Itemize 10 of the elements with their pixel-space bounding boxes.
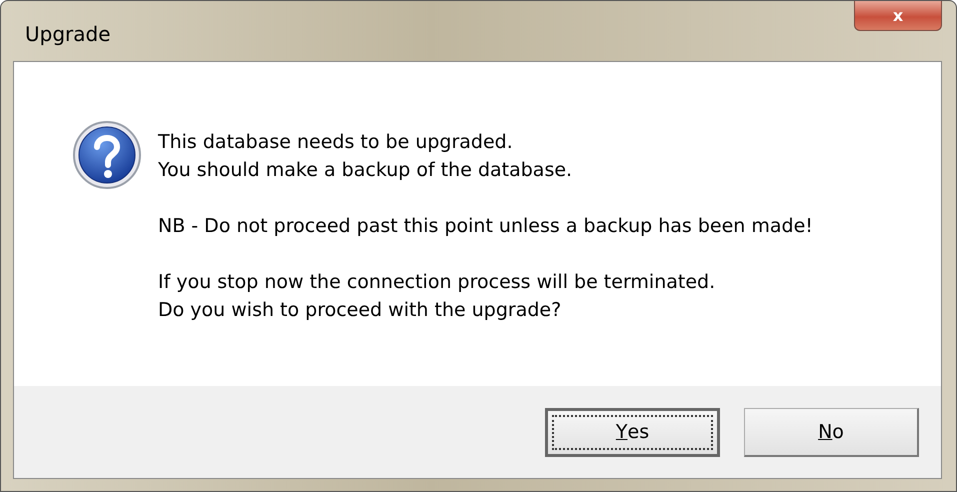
message-line: If you stop now the connection process will be terminated. — [158, 270, 716, 295]
dialog-button[interactable]: No — [744, 408, 919, 456]
message-line: This database needs to be upgraded. — [158, 130, 514, 155]
window-title: Upgrade — [24, 22, 111, 46]
question-icon — [72, 120, 142, 190]
message-line: You should make a backup of the database. — [158, 158, 574, 183]
dialog-button[interactable]: Yes — [545, 408, 720, 456]
message-line: NB - Do not proceed past this point unless a backup has been made! — [158, 214, 813, 239]
close-button[interactable]: x — [854, 1, 942, 31]
message-line: Do you wish to proceed with the upgrade? — [158, 298, 562, 323]
